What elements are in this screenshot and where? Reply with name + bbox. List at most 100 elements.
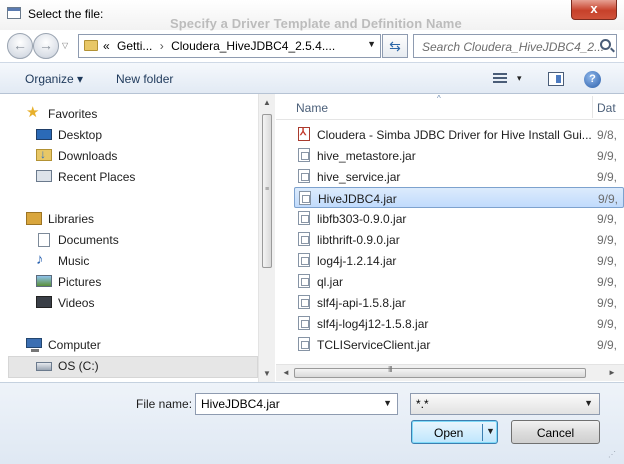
scroll-up-arrow-icon[interactable]: ▲: [263, 98, 271, 107]
sidebar-label: Music: [58, 254, 90, 268]
open-button[interactable]: Open ▼: [411, 420, 498, 444]
downloads-icon: [36, 147, 52, 161]
file-date: 9/8,: [597, 128, 618, 142]
open-button-label: Open: [434, 426, 464, 440]
scroll-right-arrow-icon[interactable]: ►: [608, 368, 616, 377]
jar-file-icon: [298, 316, 310, 330]
jar-file-icon: [298, 232, 310, 246]
desktop-icon: [36, 129, 52, 140]
sidebar-label: Favorites: [48, 107, 98, 121]
breadcrumb-item[interactable]: Getti...: [117, 39, 152, 53]
column-header-date[interactable]: Dat: [597, 101, 616, 115]
breadcrumb-item[interactable]: Cloudera_HiveJDBC4_2.5.4....: [171, 39, 335, 53]
file-date: 9/9,: [597, 212, 618, 226]
file-name-value[interactable]: HiveJDBC4.jar: [201, 397, 280, 411]
search-placeholder: Search Cloudera_HiveJDBC4_2...: [422, 40, 605, 54]
file-date: 9/9,: [597, 296, 618, 310]
file-name: libthrift-0.9.0.jar: [317, 233, 400, 247]
scrollbar-grip-icon: ≡: [265, 186, 270, 193]
file-row[interactable]: HiveJDBC4.jar 9/9,: [294, 187, 624, 208]
file-name: ql.jar: [317, 275, 344, 289]
folder-icon: [84, 40, 98, 51]
refresh-button[interactable]: ⇆: [382, 34, 408, 58]
file-name: hive_metastore.jar: [317, 149, 416, 163]
organize-button[interactable]: Organize ▾: [25, 72, 83, 86]
view-dropdown-icon[interactable]: ▾: [517, 73, 522, 84]
address-dropdown-icon[interactable]: ▼: [367, 39, 376, 49]
scrollbar-thumb[interactable]: [294, 368, 586, 378]
file-date: 9/9,: [598, 192, 619, 206]
file-type-select[interactable]: *.* ▼: [410, 393, 600, 415]
window-icon: [7, 7, 21, 19]
drive-icon: [36, 362, 52, 371]
sidebar-label: Recent Places: [58, 170, 136, 184]
close-button[interactable]: x: [571, 0, 617, 20]
file-name: TCLIServiceClient.jar: [317, 338, 431, 352]
cancel-button-label: Cancel: [536, 426, 575, 440]
music-icon: ♪: [36, 251, 44, 268]
file-name-input[interactable]: HiveJDBC4.jar ▼: [195, 393, 398, 415]
file-name: log4j-1.2.14.jar: [317, 254, 397, 268]
jar-file-icon: [298, 337, 310, 351]
address-bar[interactable]: « Getti... › Cloudera_HiveJDBC4_2.5.4...…: [78, 34, 381, 58]
file-row[interactable]: hive_metastore.jar 9/9,: [294, 145, 624, 166]
file-row[interactable]: slf4j-log4j12-1.5.8.jar 9/9,: [294, 313, 624, 334]
file-name: slf4j-api-1.5.8.jar: [317, 296, 406, 310]
column-divider[interactable]: [592, 96, 593, 118]
new-folder-button[interactable]: New folder: [116, 72, 173, 86]
column-header-row: ^ Name Dat: [276, 94, 624, 120]
file-name-dropdown-icon[interactable]: ▼: [383, 398, 392, 408]
file-row[interactable]: slf4j-api-1.5.8.jar 9/9,: [294, 292, 624, 313]
resize-grip-icon[interactable]: ⋰: [608, 450, 616, 459]
file-row[interactable]: libthrift-0.9.0.jar 9/9,: [294, 229, 624, 250]
jar-file-icon: [298, 211, 310, 225]
jar-file-icon: [298, 148, 310, 162]
window-title: Select the file:: [28, 7, 104, 21]
file-date: 9/9,: [597, 254, 618, 268]
preview-pane-icon[interactable]: [548, 72, 564, 86]
background-window-text: Specify a Driver Template and Definition…: [170, 16, 462, 31]
computer-icon: [26, 338, 42, 352]
breadcrumb-overflow[interactable]: «: [103, 39, 110, 53]
jar-file-icon: [298, 295, 310, 309]
view-options-icon[interactable]: [493, 73, 507, 85]
back-button[interactable]: ←: [7, 33, 33, 59]
videos-icon: [36, 296, 52, 308]
file-row[interactable]: libfb303-0.9.0.jar 9/9,: [294, 208, 624, 229]
breadcrumb-separator[interactable]: ›: [160, 39, 164, 53]
recent-locations-dropdown[interactable]: ▽: [62, 41, 68, 50]
file-name: Cloudera - Simba JDBC Driver for Hive In…: [317, 128, 592, 142]
jar-file-icon: [298, 274, 310, 288]
column-header-name[interactable]: Name: [296, 101, 328, 115]
file-row[interactable]: TCLIServiceClient.jar 9/9,: [294, 334, 624, 355]
file-row[interactable]: Cloudera - Simba JDBC Driver for Hive In…: [294, 124, 624, 145]
cancel-button[interactable]: Cancel: [511, 420, 600, 444]
libraries-icon: [26, 212, 42, 225]
file-name: libfb303-0.9.0.jar: [317, 212, 407, 226]
scroll-down-arrow-icon[interactable]: ▼: [263, 369, 271, 378]
help-icon[interactable]: ?: [584, 71, 601, 88]
file-name: slf4j-log4j12-1.5.8.jar: [317, 317, 429, 331]
jar-file-icon: [298, 253, 310, 267]
file-date: 9/9,: [597, 275, 618, 289]
dialog-footer: File name: HiveJDBC4.jar ▼ *.* ▼ Open ▼ …: [0, 382, 624, 464]
sidebar-label: Desktop: [58, 128, 103, 142]
pictures-icon: [36, 275, 52, 287]
sort-ascending-icon: ^: [437, 94, 441, 103]
navigation-pane-scrollbar[interactable]: ▲ ≡ ▼: [258, 94, 275, 382]
sidebar-label: Downloads: [58, 149, 118, 163]
file-date: 9/9,: [597, 317, 618, 331]
file-row[interactable]: hive_service.jar 9/9,: [294, 166, 624, 187]
search-icon[interactable]: [600, 39, 611, 50]
forward-button[interactable]: →: [33, 33, 59, 59]
file-list-horizontal-scrollbar[interactable]: ◄ III ►: [276, 364, 624, 381]
file-type-dropdown-icon[interactable]: ▼: [584, 398, 593, 408]
pdf-file-icon: [298, 127, 310, 141]
sidebar-label: Documents: [58, 233, 119, 247]
sidebar-label: OS (C:): [58, 359, 99, 373]
file-row[interactable]: log4j-1.2.14.jar 9/9,: [294, 250, 624, 271]
file-row[interactable]: ql.jar 9/9,: [294, 271, 624, 292]
search-input[interactable]: Search Cloudera_HiveJDBC4_2...: [413, 34, 617, 58]
scroll-left-arrow-icon[interactable]: ◄: [282, 368, 290, 377]
open-options-dropdown-icon[interactable]: ▼: [486, 426, 495, 436]
